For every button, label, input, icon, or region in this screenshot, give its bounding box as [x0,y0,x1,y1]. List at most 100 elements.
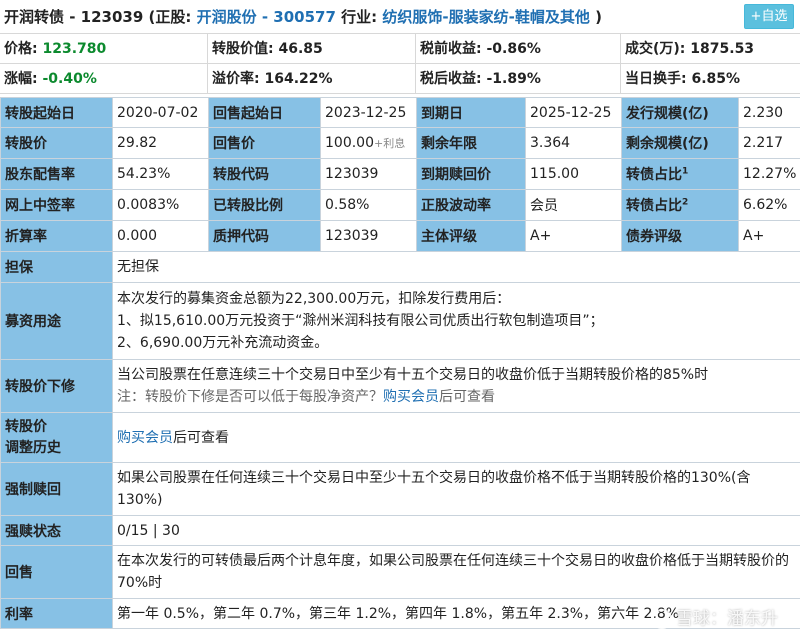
conversion-start-label: 转股起始日 [0,97,113,128]
title-suffix: ) [595,8,602,26]
remaining-years-label: 剩余年限 [416,127,526,159]
guarantee-row: 担保 无担保 [0,251,800,283]
conversion-code-label: 转股代码 [208,158,321,190]
stock-prefix: (正股: [148,8,192,26]
premium-rate-value: 164.22% [264,71,333,87]
bond-header: 开润转债 - 123039 (正股: 开润股份 - 300577 行业: 纺织服… [0,0,800,33]
guarantee-value: 无担保 [112,251,800,283]
bond-ratio-1-sup: 1 [682,166,689,177]
turnover-amount-value: 1875.53 [690,41,755,57]
funds-line: 1、拟15,610.00万元投资于“滁州米润科技有限公司优质出行软包制造项目”； [117,313,604,329]
redeem-status-value: 0/15 | 30 [112,515,800,546]
placement-ratio-value: 54.23% [112,158,209,190]
put-start-label: 回售起始日 [208,97,321,128]
put-price-value: 100.00 [325,135,374,151]
history-label: 转股价 调整历史 [0,412,113,463]
premium-rate-label: 溢价率: [212,71,260,87]
converted-ratio-label: 已转股比例 [208,189,321,221]
issuer-rating-label: 主体评级 [416,220,526,252]
buy-membership-link[interactable]: 购买会员 [117,430,173,446]
stock-link[interactable]: 开润股份 - 300577 [197,8,336,26]
reset-note-suffix: 后可查看 [439,389,495,405]
volatility-member-link[interactable]: 会员 [525,189,622,221]
page-title: 开润转债 - 123039 (正股: 开润股份 - 300577 行业: 纺织服… [4,6,602,27]
bond-ratio-1-value: 12.27% [738,158,800,190]
change-cell: 涨幅: -0.40% [0,64,208,93]
issuer-rating-value: A+ [525,220,622,252]
industry-prefix: 行业: [341,8,378,26]
change-value: -0.40% [42,71,97,87]
put-price-label: 回售价 [208,127,321,159]
lottery-rate-label: 网上中签率 [0,189,113,221]
industry-link[interactable]: 纺织服饰-服装家纺-鞋帽及其他 [382,8,589,26]
rate-label: 利率 [0,598,113,629]
putback-text: 在本次发行的可转债最后两个计息年度，如果公司股票在任何连续三十个交易日的收盘价格… [112,545,800,599]
price-value: 123.780 [42,41,107,57]
funds-line: 2、6,690.00万元补充流动资金。 [117,335,329,351]
quote-panel: 价格: 123.780 转股价值: 46.85 税前收益: -0.86% 成交(… [0,33,800,94]
reset-row: 转股价下修 当公司股票在任意连续三十个交易日中至少有十五个交易日的收盘价低于当期… [0,359,800,413]
turnover-amount-cell: 成交(万): 1875.53 [621,34,800,63]
change-label: 涨幅: [4,71,38,87]
turnover-rate-label: 当日换手: [625,71,687,87]
redemption-price-label: 到期赎回价 [416,158,526,190]
aftertax-yield-label: 税后收益: [420,71,482,87]
discount-rate-label: 折算率 [0,220,113,252]
bond-rating-value: A+ [738,220,800,252]
funds-text: 本次发行的募集资金总额为22,300.00万元，扣除发行费用后： 1、拟15,6… [112,282,800,360]
volatility-label: 正股波动率 [416,189,526,221]
reset-note-text: 注：转股价下修是否可以低于每股净资产？ [117,389,383,405]
redeem-label: 强制赎回 [0,462,113,516]
reset-label: 转股价下修 [0,359,113,413]
put-price-cell: 100.00+利息 [320,127,417,159]
redemption-price-value: 115.00 [525,158,622,190]
conversion-value: 46.85 [278,41,323,57]
table-row: 转股价 29.82 回售价 100.00+利息 剩余年限 3.364 剩余规模(… [0,127,800,159]
table-row: 折算率 0.000 质押代码 123039 主体评级 A+ 债券评级 A+ [0,220,800,252]
table-row: 股东配售率 54.23% 转股代码 123039 到期赎回价 115.00 转债… [0,158,800,190]
pledge-code-value: 123039 [320,220,417,252]
watermark-text: 雪球：潘东升 [676,609,778,629]
maturity-label: 到期日 [416,97,526,128]
put-start-value: 2023-12-25 [320,97,417,128]
redeem-text: 如果公司股票在任何连续三十个交易日中至少十五个交易日的收盘价格不低于当期转股价格… [112,462,800,516]
history-row: 转股价 调整历史 购买会员后可查看 [0,412,800,463]
redeem-status-label: 强赎状态 [0,515,113,546]
bond-info-table: 转股起始日 2020-07-02 回售起始日 2023-12-25 到期日 20… [0,97,800,629]
turnover-rate-cell: 当日换手: 6.85% [621,64,800,93]
placement-ratio-label: 股东配售率 [0,158,113,190]
bond-ratio-2-value: 6.62% [738,189,800,221]
add-watchlist-button[interactable]: +自选 [744,4,794,29]
maturity-value: 2025-12-25 [525,97,622,128]
converted-ratio-value: 0.58% [320,189,417,221]
aftertax-yield-cell: 税后收益: -1.89% [416,64,621,93]
bond-ratio-1-label: 转债占比1 [621,158,739,190]
pretax-yield-cell: 税前收益: -0.86% [416,34,621,63]
premium-rate-cell: 溢价率: 164.22% [208,64,416,93]
bond-rating-label: 债券评级 [621,220,739,252]
putback-label: 回售 [0,545,113,599]
reset-text: 当公司股票在任意连续三十个交易日中至少有十五个交易日的收盘价低于当期转股价格的8… [112,359,800,413]
bond-name: 开润转债 - 123039 [4,8,144,26]
conversion-code-value: 123039 [320,158,417,190]
bond-ratio-2-label: 转债占比2 [621,189,739,221]
put-price-suffix: +利息 [374,137,406,150]
reset-note: 注：转股价下修是否可以低于每股净资产？购买会员后可查看 [117,386,796,408]
remaining-size-value: 2.217 [738,127,800,159]
table-row: 转股起始日 2020-07-02 回售起始日 2023-12-25 到期日 20… [0,97,800,128]
turnover-rate-value: 6.85% [691,71,741,87]
quote-row-2: 涨幅: -0.40% 溢价率: 164.22% 税后收益: -1.89% 当日换… [0,64,800,94]
buy-membership-link[interactable]: 购买会员 [383,389,439,405]
guarantee-label: 担保 [0,251,113,283]
snowball-logo-icon [652,609,672,629]
conversion-start-value: 2020-07-02 [112,97,209,128]
redeem-status-row: 强赎状态 0/15 | 30 [0,515,800,546]
conversion-price-label: 转股价 [0,127,113,159]
pretax-yield-label: 税前收益: [420,41,482,57]
history-label-line: 转股价 [5,418,47,435]
issue-size-value: 2.230 [738,97,800,128]
bond-ratio-2-text: 转债占比 [626,198,682,214]
price-cell: 价格: 123.780 [0,34,208,63]
issue-size-label: 发行规模(亿) [621,97,739,128]
table-row: 网上中签率 0.0083% 已转股比例 0.58% 正股波动率 会员 转债占比2… [0,189,800,221]
